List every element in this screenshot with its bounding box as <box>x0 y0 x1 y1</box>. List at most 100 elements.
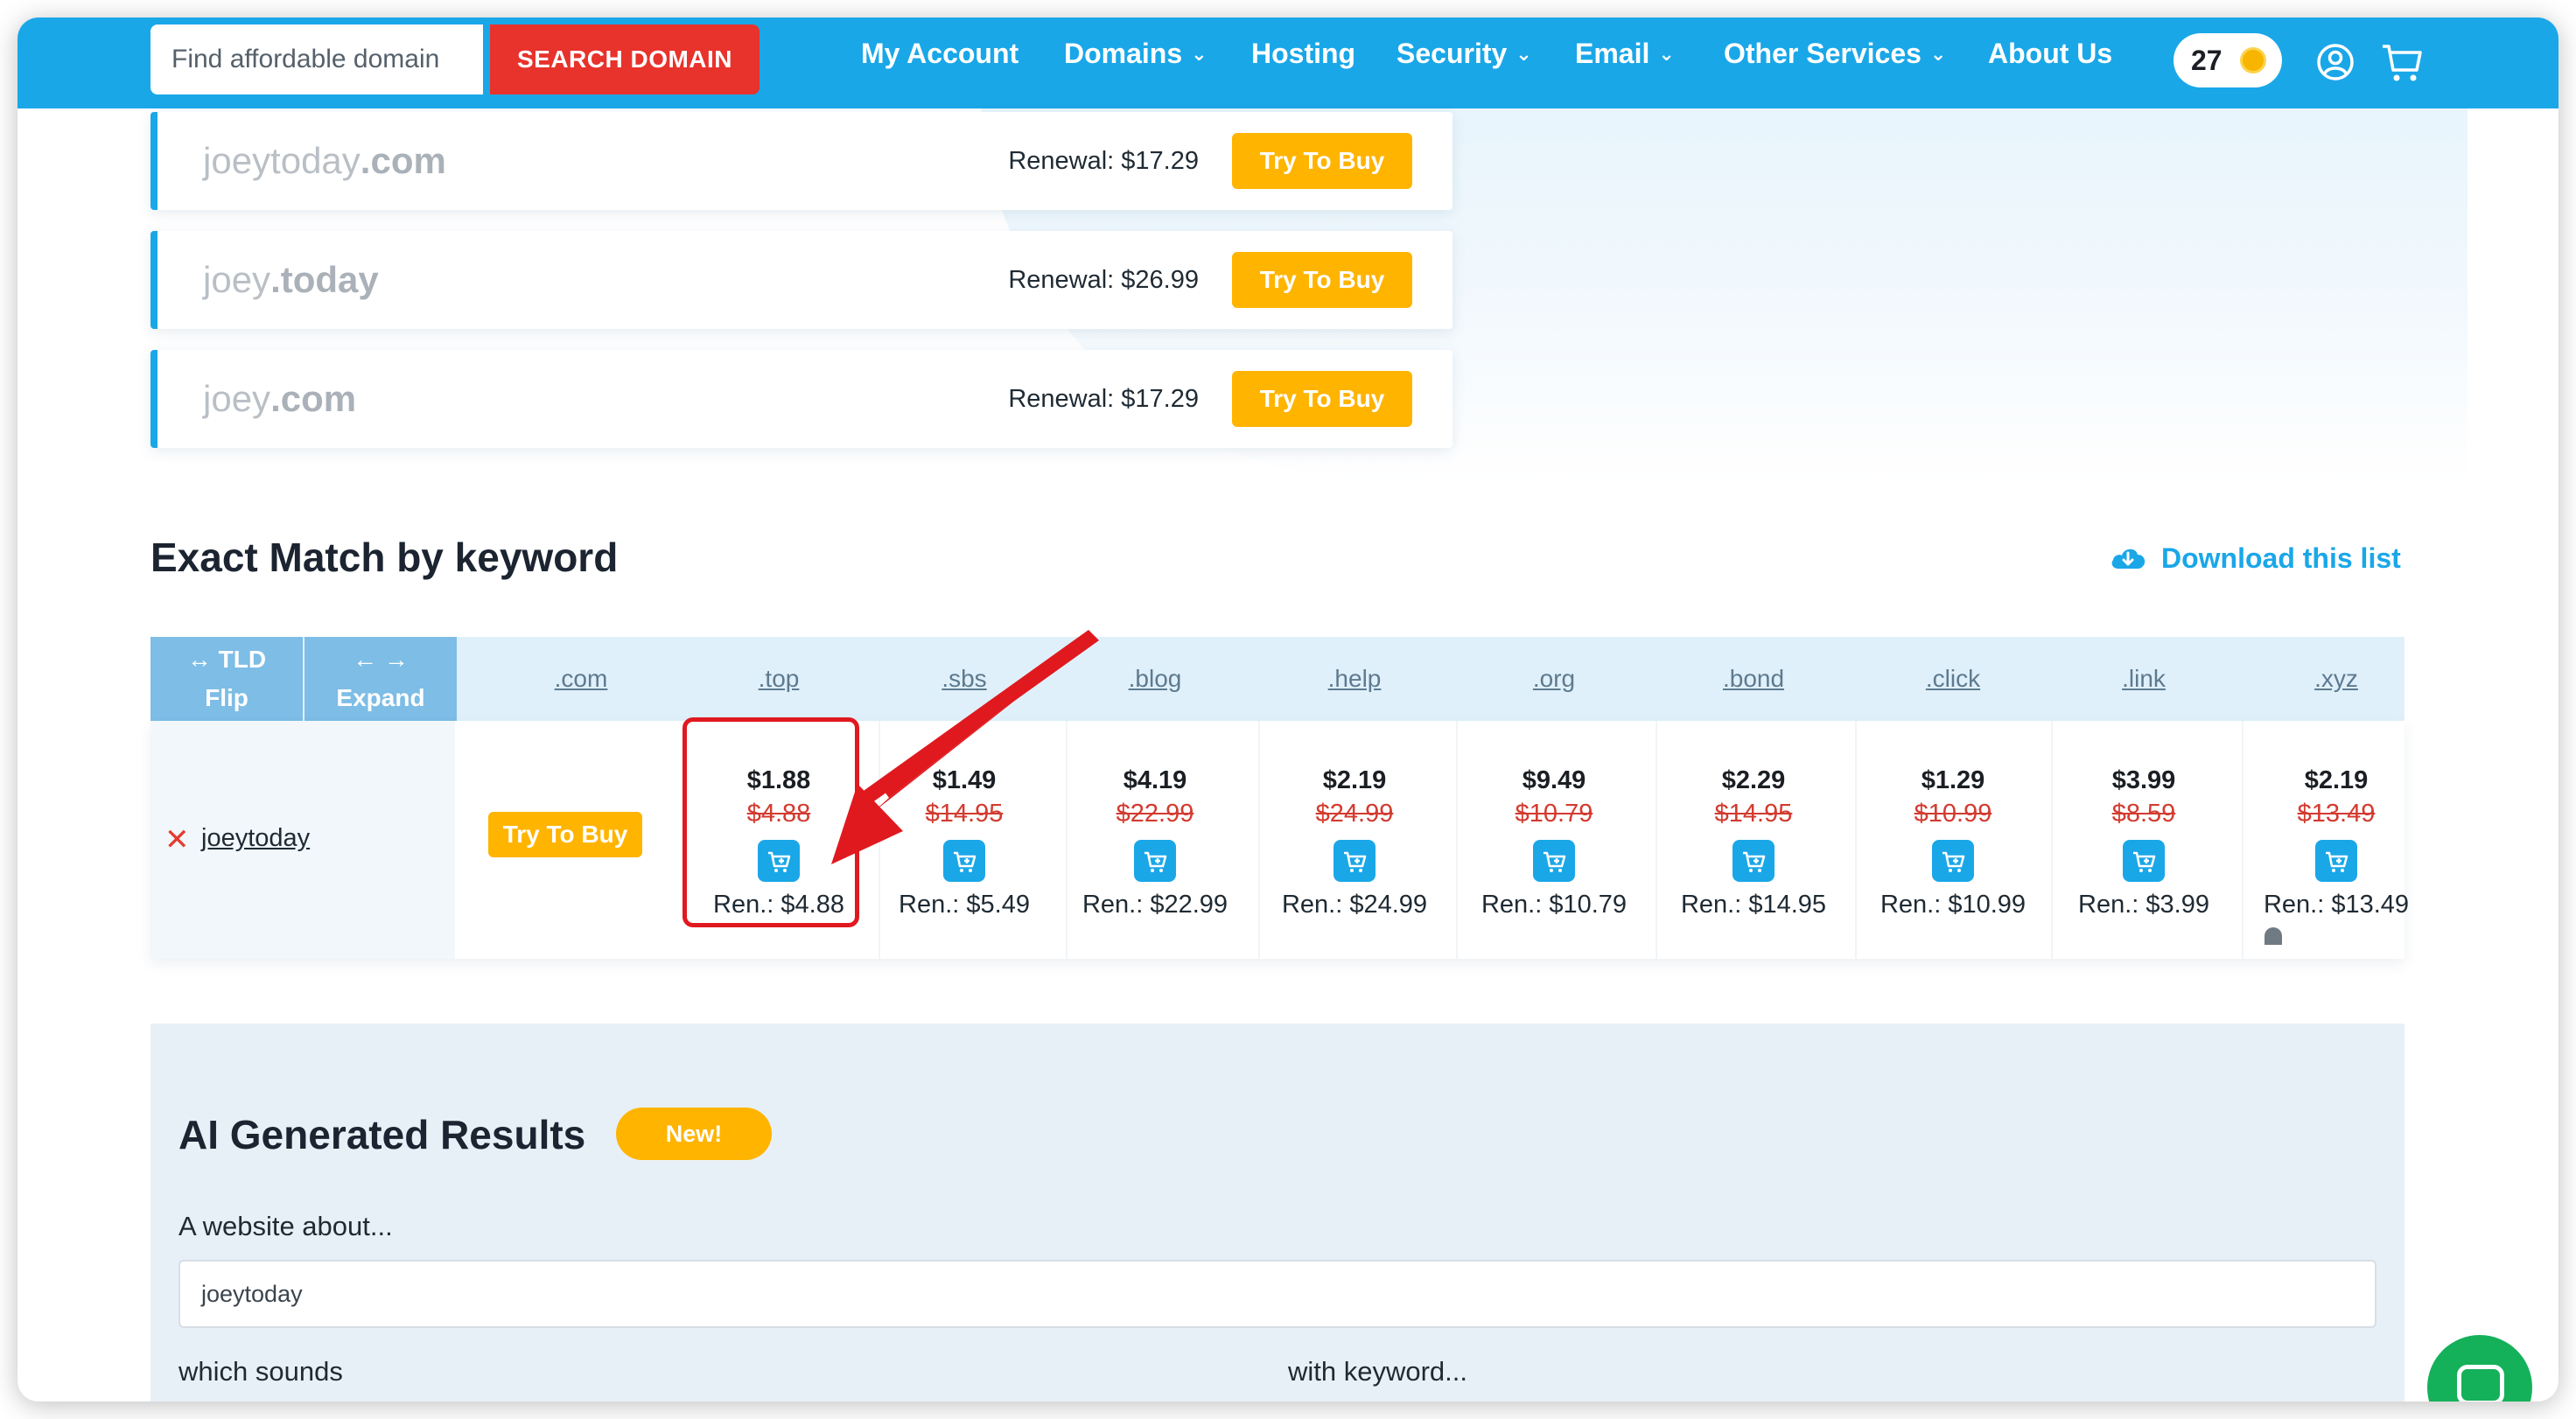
with-keyword-label: with keyword... <box>1288 1356 1468 1387</box>
try-to-buy-button[interactable]: Try To Buy <box>1232 133 1412 189</box>
tld-table-header: ↔ TLD Flip ← → Expand .com .top .sbs .bl… <box>150 637 2404 721</box>
nav-label: Domains <box>1064 38 1183 69</box>
domain-result-row: joey.today Renewal: $26.99 Try To Buy <box>150 231 1452 329</box>
add-to-cart-icon[interactable] <box>1932 840 1974 882</box>
original-price: $24.99 <box>1315 800 1394 828</box>
search-domain-button[interactable]: SEARCH DOMAIN <box>490 24 760 94</box>
top-navigation-bar: Find affordable domain SEARCH DOMAIN My … <box>18 17 2558 108</box>
price-cell-link: $3.99 $8.59 Ren.: $3.99 <box>2048 721 2240 959</box>
sale-price: $9.49 <box>1522 766 1586 794</box>
tld-header-xyz[interactable]: .xyz <box>2314 637 2358 721</box>
download-label: Download this list <box>2161 542 2401 574</box>
add-to-cart-icon[interactable] <box>1533 840 1575 882</box>
price-cell-click: $1.29 $10.99 Ren.: $10.99 <box>1857 721 2049 959</box>
original-price: $14.95 <box>1714 800 1793 828</box>
renewal-price: Ren.: $22.99 <box>1082 891 1228 919</box>
add-to-cart-icon[interactable] <box>1334 840 1376 882</box>
add-to-cart-icon[interactable] <box>2123 840 2165 882</box>
tld-table-row: ✕ joeytoday Try To Buy $1.88 $4.88 Ren.:… <box>150 721 2409 959</box>
keyword-cell: ✕ joeytoday <box>150 721 455 959</box>
sale-price: $2.29 <box>1721 766 1786 794</box>
tld-header-bond[interactable]: .bond <box>1723 637 1784 721</box>
domain-name: joey.today <box>203 231 379 329</box>
renewal-price: Ren.: $13.49 <box>2263 891 2410 919</box>
tld-header-sbs[interactable]: .sbs <box>942 637 986 721</box>
ai-results-panel: AI Generated Results New! A website abou… <box>150 1024 2404 1402</box>
original-price: $10.79 <box>1515 800 1593 828</box>
domain-sld: joey <box>203 259 271 300</box>
cloud-download-icon <box>2111 549 2146 569</box>
nav-label: Other Services <box>1724 38 1922 69</box>
nav-label: Email <box>1575 38 1650 69</box>
arrows-horizontal-icon: ↔ <box>186 646 212 673</box>
nav-other-services[interactable]: Other Services ⌄ <box>1724 17 1946 108</box>
chevron-down-icon: ⌄ <box>1191 43 1208 65</box>
chevron-down-icon: ⌄ <box>1929 43 1947 65</box>
renewal-price: Ren.: $10.99 <box>1880 891 2026 919</box>
sale-price: $2.19 <box>1322 766 1387 794</box>
original-price: $22.99 <box>1116 800 1194 828</box>
download-list-link[interactable]: Download this list <box>2109 542 2401 576</box>
tld-header-blog[interactable]: .blog <box>1129 637 1182 721</box>
nav-hosting[interactable]: Hosting <box>1251 17 1355 108</box>
domain-sld: joey <box>203 378 271 419</box>
tld-header-help[interactable]: .help <box>1328 637 1382 721</box>
tld-header-com[interactable]: .com <box>555 637 608 721</box>
price-cell-sbs: $1.49 $14.95 Ren.: $5.49 <box>868 721 1060 959</box>
add-to-cart-icon[interactable] <box>1732 840 1774 882</box>
cart-icon[interactable] <box>2380 42 2424 84</box>
tld-flip-line1: TLD <box>218 646 267 673</box>
domain-name: joeytoday.com <box>203 112 446 210</box>
chat-widget-button[interactable] <box>2427 1335 2532 1402</box>
tld-header-click[interactable]: .click <box>1926 637 1980 721</box>
expand-button[interactable]: ← → Expand <box>304 637 457 721</box>
renewal-price: Ren.: $14.95 <box>1680 891 1827 919</box>
domain-search-input[interactable]: Find affordable domain <box>150 24 483 94</box>
original-price: $14.95 <box>925 800 1004 828</box>
price-cell-org: $9.49 $10.79 Ren.: $10.79 <box>1458 721 1650 959</box>
domain-tld: .com <box>360 140 446 181</box>
nav-email[interactable]: Email ⌄ <box>1575 17 1675 108</box>
nav-my-account[interactable]: My Account <box>861 17 1018 108</box>
price-cell-help: $2.19 $24.99 Ren.: $24.99 <box>1258 721 1451 959</box>
add-to-cart-icon[interactable] <box>1134 840 1176 882</box>
domain-name: joey.com <box>203 350 356 448</box>
domain-tld: .today <box>270 259 379 300</box>
tld-header-org[interactable]: .org <box>1533 637 1575 721</box>
tld-flip-line2: Flip <box>205 684 248 711</box>
try-to-buy-button[interactable]: Try To Buy <box>1232 371 1412 427</box>
renewal-price: Renewal: $17.29 <box>1008 385 1199 413</box>
arrows-expand-icon: ← → <box>353 646 409 673</box>
domain-sld: joeytoday <box>203 140 360 181</box>
try-to-buy-com-button[interactable]: Try To Buy <box>488 812 642 857</box>
website-about-input[interactable]: joeytoday <box>178 1260 2376 1328</box>
tld-header-top[interactable]: .top <box>759 637 800 721</box>
add-to-cart-icon[interactable] <box>2315 840 2357 882</box>
coin-count: 27 <box>2191 45 2222 76</box>
ai-results-title: AI Generated Results <box>178 1112 586 1157</box>
chevron-down-icon: ⌄ <box>1658 43 1675 65</box>
website-about-label: A website about... <box>178 1211 393 1241</box>
tld-flip-button[interactable]: ↔ TLD Flip <box>150 637 303 721</box>
nav-domains[interactable]: Domains ⌄ <box>1064 17 1208 108</box>
nav-about-us[interactable]: About Us <box>1988 17 2112 108</box>
domain-result-row: joeytoday.com Renewal: $17.29 Try To Buy <box>150 112 1452 210</box>
keyword-link[interactable]: joeytoday <box>201 824 310 853</box>
browser-frame: Find affordable domain SEARCH DOMAIN My … <box>18 17 2558 1402</box>
scroll-indicator[interactable] <box>2264 927 2282 945</box>
coin-balance[interactable]: 27 <box>2174 33 2282 87</box>
nav-security[interactable]: Security ⌄ <box>1396 17 1532 108</box>
new-badge: New! <box>616 1108 772 1160</box>
exact-match-title: Exact Match by keyword <box>150 535 619 580</box>
highlight-box <box>682 717 859 927</box>
sale-price: $1.29 <box>1921 766 1985 794</box>
sale-price: $1.49 <box>932 766 997 794</box>
close-icon[interactable]: ✕ <box>164 822 190 857</box>
nav-label: My Account <box>861 38 1019 69</box>
user-icon[interactable] <box>2315 42 2356 82</box>
try-to-buy-button[interactable]: Try To Buy <box>1232 252 1412 308</box>
sale-price: $3.99 <box>2111 766 2176 794</box>
add-to-cart-icon[interactable] <box>943 840 985 882</box>
tld-header-link[interactable]: .link <box>2122 637 2166 721</box>
renewal-price: Ren.: $24.99 <box>1281 891 1428 919</box>
